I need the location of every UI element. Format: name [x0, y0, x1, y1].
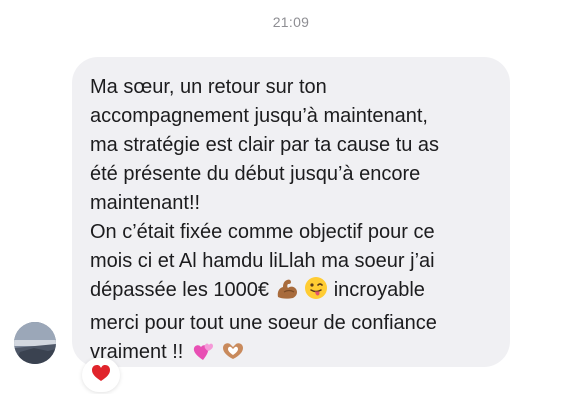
- message-line: maintenant!!: [90, 192, 201, 214]
- message-line: dépassée les 1000€ incroyable: [90, 276, 492, 309]
- reaction-badge[interactable]: [82, 358, 120, 392]
- message-line: vraiment !!: [90, 338, 492, 371]
- two-hearts-icon: [189, 340, 215, 371]
- red-heart-icon: [91, 364, 111, 387]
- message-timestamp: 21:09: [272, 14, 310, 30]
- message-bubble[interactable]: Ma sœur, un retour sur ton accompagnemen…: [72, 57, 510, 367]
- avatar[interactable]: [14, 322, 56, 364]
- message-text: incroyable: [333, 279, 425, 301]
- message-line: merci pour tout une soeur de confiance: [90, 312, 437, 334]
- message-line: Ma sœur, un retour sur ton: [90, 76, 327, 98]
- message-line: mois ci et Al hamdu liLlah ma soeur j’ai: [90, 250, 435, 272]
- chat-thread: 21:09 Ma sœur, un retour sur ton accompa…: [0, 0, 582, 394]
- message-line: accompagnement jusqu’à maintenant,: [90, 105, 428, 127]
- flexed-biceps-icon: [275, 278, 299, 309]
- heart-hands-icon: [220, 340, 246, 371]
- winking-tongue-face-icon: [304, 276, 328, 309]
- message-line: On c’était fixée comme objectif pour ce: [90, 221, 435, 243]
- message-line: été présente du début jusqu’à encore: [90, 163, 421, 185]
- message-line: ma stratégie est clair par ta cause tu a…: [90, 134, 440, 156]
- message-text: dépassée les 1000€: [90, 279, 270, 301]
